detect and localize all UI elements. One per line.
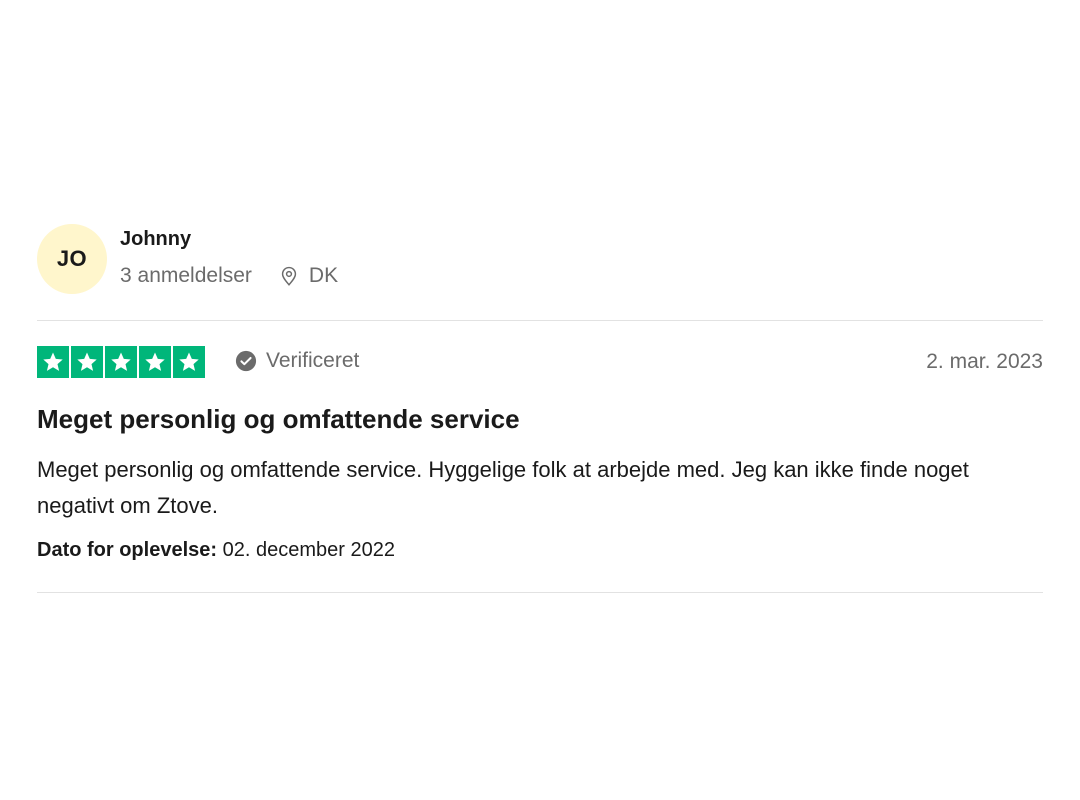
divider <box>37 592 1043 593</box>
star-icon <box>139 346 171 378</box>
star-icon <box>105 346 137 378</box>
verified-label: Verificeret <box>266 349 360 372</box>
experience-date-value: 02. december 2022 <box>222 539 395 561</box>
consumer-meta: 3 anmeldelser DK <box>120 264 338 288</box>
consumer-location: DK <box>308 264 339 287</box>
star-icon <box>173 346 205 378</box>
review-card: JO Johnny 3 anmeldelser DK Verificeret 2… <box>0 186 1080 616</box>
review-count: 3 anmeldelser <box>120 264 252 287</box>
check-circle-icon <box>235 350 257 372</box>
consumer-info[interactable]: JO Johnny 3 anmeldelser DK <box>37 224 637 296</box>
avatar[interactable]: JO <box>37 224 107 294</box>
experience-date-label: Dato for oplevelse: <box>37 539 218 561</box>
rating-row: Verificeret 2. mar. 2023 <box>37 346 1043 380</box>
experience-date: Dato for oplevelse: 02. december 2022 <box>37 539 395 562</box>
review-date: 2. mar. 2023 <box>926 350 1043 373</box>
star-rating <box>37 346 205 378</box>
star-icon <box>37 346 69 378</box>
review-title[interactable]: Meget personlig og omfattende service <box>37 404 520 435</box>
verified-badge[interactable]: Verificeret <box>235 349 359 373</box>
consumer-name[interactable]: Johnny <box>120 228 191 251</box>
review-text: Meget personlig og omfattende service. H… <box>37 457 969 518</box>
divider <box>37 320 1043 321</box>
location-pin-icon <box>278 265 300 287</box>
star-icon <box>71 346 103 378</box>
